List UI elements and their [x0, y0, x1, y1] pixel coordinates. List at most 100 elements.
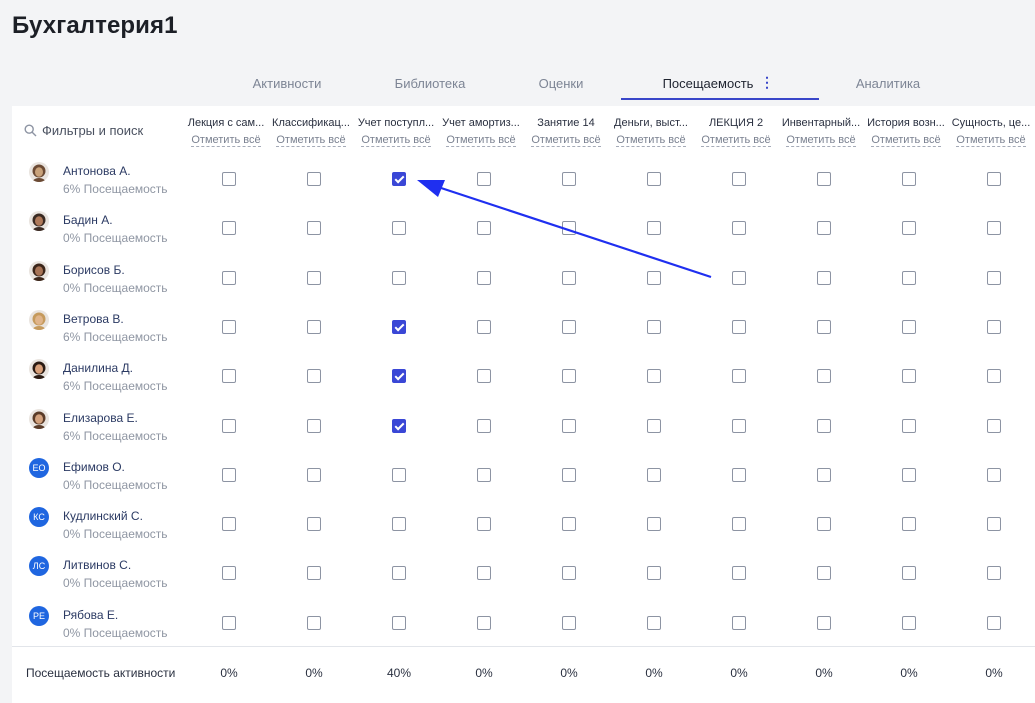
attendance-checkbox[interactable]: [222, 270, 236, 285]
attendance-checkbox[interactable]: [647, 221, 661, 236]
mark-all-link[interactable]: Отметить всё: [446, 134, 516, 147]
attendance-checkbox[interactable]: [732, 566, 746, 581]
attendance-checkbox[interactable]: [647, 270, 661, 285]
avatar[interactable]: РЕ: [29, 605, 49, 626]
column-title[interactable]: Учет амортиз...: [439, 116, 523, 130]
attendance-checkbox[interactable]: [732, 615, 746, 630]
attendance-checkbox[interactable]: [987, 467, 1001, 482]
attendance-checkbox[interactable]: [477, 369, 491, 384]
avatar[interactable]: [29, 359, 49, 380]
attendance-checkbox[interactable]: [477, 172, 491, 186]
attendance-checkbox[interactable]: [817, 221, 831, 236]
attendance-checkbox[interactable]: [222, 418, 236, 433]
attendance-checkbox[interactable]: [392, 172, 406, 186]
attendance-checkbox[interactable]: [562, 615, 576, 630]
attendance-checkbox[interactable]: [817, 615, 831, 630]
attendance-checkbox[interactable]: [307, 221, 321, 236]
column-title[interactable]: Классификац...: [269, 116, 353, 130]
attendance-checkbox[interactable]: [987, 517, 1001, 532]
attendance-checkbox[interactable]: [562, 517, 576, 532]
attendance-checkbox[interactable]: [647, 418, 661, 433]
attendance-checkbox[interactable]: [307, 319, 321, 334]
column-title[interactable]: Инвентарный...: [779, 116, 863, 130]
attendance-checkbox[interactable]: [307, 369, 321, 384]
attendance-checkbox[interactable]: [562, 319, 576, 334]
attendance-checkbox[interactable]: [987, 615, 1001, 630]
attendance-checkbox[interactable]: [902, 418, 916, 433]
attendance-checkbox[interactable]: [987, 418, 1001, 433]
tab-activities[interactable]: Активности: [223, 66, 351, 98]
search-filter[interactable]: Фильтры и поиск: [24, 120, 143, 140]
attendance-checkbox[interactable]: [392, 221, 406, 236]
attendance-checkbox[interactable]: [817, 319, 831, 334]
attendance-checkbox[interactable]: [392, 467, 406, 482]
student-name[interactable]: Кудлинский С.: [63, 509, 143, 523]
mark-all-link[interactable]: Отметить всё: [361, 134, 431, 147]
column-title[interactable]: Лекция с сам...: [184, 116, 268, 130]
column-title[interactable]: Занятие 14: [524, 116, 608, 130]
attendance-checkbox[interactable]: [817, 566, 831, 581]
column-title[interactable]: Учет поступл...: [354, 116, 438, 130]
attendance-checkbox[interactable]: [647, 615, 661, 630]
attendance-checkbox[interactable]: [987, 369, 1001, 384]
avatar[interactable]: [29, 211, 49, 232]
attendance-checkbox[interactable]: [222, 172, 236, 186]
attendance-checkbox[interactable]: [307, 418, 321, 433]
attendance-checkbox[interactable]: [902, 615, 916, 630]
attendance-checkbox[interactable]: [392, 517, 406, 532]
attendance-checkbox[interactable]: [647, 566, 661, 581]
attendance-checkbox[interactable]: [562, 369, 576, 384]
attendance-checkbox[interactable]: [647, 517, 661, 532]
attendance-checkbox[interactable]: [222, 615, 236, 630]
attendance-checkbox[interactable]: [732, 369, 746, 384]
attendance-checkbox[interactable]: [392, 615, 406, 630]
column-title[interactable]: Деньги, выст...: [609, 116, 693, 130]
attendance-checkbox[interactable]: [817, 270, 831, 285]
attendance-checkbox[interactable]: [732, 221, 746, 236]
attendance-checkbox[interactable]: [902, 369, 916, 384]
avatar[interactable]: [29, 260, 49, 281]
attendance-checkbox[interactable]: [222, 221, 236, 236]
attendance-checkbox[interactable]: [902, 566, 916, 581]
attendance-checkbox[interactable]: [562, 467, 576, 482]
student-name[interactable]: Ефимов О.: [63, 460, 125, 474]
column-title[interactable]: История возн...: [864, 116, 948, 130]
avatar[interactable]: [29, 408, 49, 429]
attendance-checkbox[interactable]: [647, 369, 661, 384]
attendance-checkbox[interactable]: [817, 467, 831, 482]
attendance-checkbox[interactable]: [222, 467, 236, 482]
attendance-checkbox[interactable]: [477, 615, 491, 630]
attendance-checkbox[interactable]: [732, 517, 746, 532]
vertical-dots-icon[interactable]: ⋮: [760, 66, 774, 98]
attendance-checkbox[interactable]: [477, 319, 491, 334]
attendance-checkbox[interactable]: [477, 270, 491, 285]
attendance-checkbox[interactable]: [307, 467, 321, 482]
attendance-checkbox[interactable]: [477, 467, 491, 482]
attendance-checkbox[interactable]: [647, 172, 661, 186]
attendance-checkbox[interactable]: [477, 418, 491, 433]
attendance-checkbox[interactable]: [902, 319, 916, 334]
attendance-checkbox[interactable]: [392, 566, 406, 581]
student-name[interactable]: Литвинов С.: [63, 558, 131, 572]
tab-grades[interactable]: Оценки: [497, 66, 625, 98]
mark-all-link[interactable]: Отметить всё: [191, 134, 261, 147]
attendance-checkbox[interactable]: [392, 369, 406, 384]
attendance-checkbox[interactable]: [477, 517, 491, 532]
attendance-checkbox[interactable]: [222, 566, 236, 581]
mark-all-link[interactable]: Отметить всё: [531, 134, 601, 147]
column-title[interactable]: ЛЕКЦИЯ 2: [694, 116, 778, 130]
student-name[interactable]: Антонова А.: [63, 164, 131, 178]
attendance-checkbox[interactable]: [222, 369, 236, 384]
column-title[interactable]: Сущность, це...: [949, 116, 1033, 130]
student-name[interactable]: Данилина Д.: [63, 361, 133, 375]
avatar[interactable]: ЕО: [29, 457, 49, 478]
attendance-checkbox[interactable]: [307, 172, 321, 186]
attendance-checkbox[interactable]: [987, 221, 1001, 236]
attendance-checkbox[interactable]: [477, 221, 491, 236]
mark-all-link[interactable]: Отметить всё: [276, 134, 346, 147]
student-name[interactable]: Ветрова В.: [63, 312, 124, 326]
mark-all-link[interactable]: Отметить всё: [956, 134, 1026, 147]
mark-all-link[interactable]: Отметить всё: [786, 134, 856, 147]
avatar[interactable]: [29, 162, 49, 182]
attendance-checkbox[interactable]: [732, 418, 746, 433]
